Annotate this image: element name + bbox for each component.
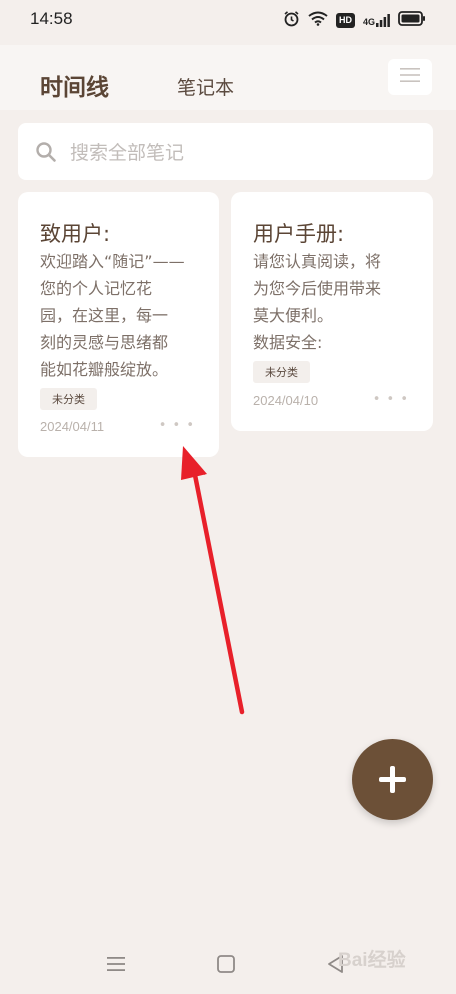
watermark-text: Bai经验	[338, 950, 406, 971]
plus-icon	[379, 766, 406, 797]
menu-icon[interactable]	[106, 954, 126, 978]
annotation-arrow	[181, 446, 245, 715]
add-note-button[interactable]	[352, 739, 433, 820]
home-square-icon[interactable]	[216, 954, 236, 978]
